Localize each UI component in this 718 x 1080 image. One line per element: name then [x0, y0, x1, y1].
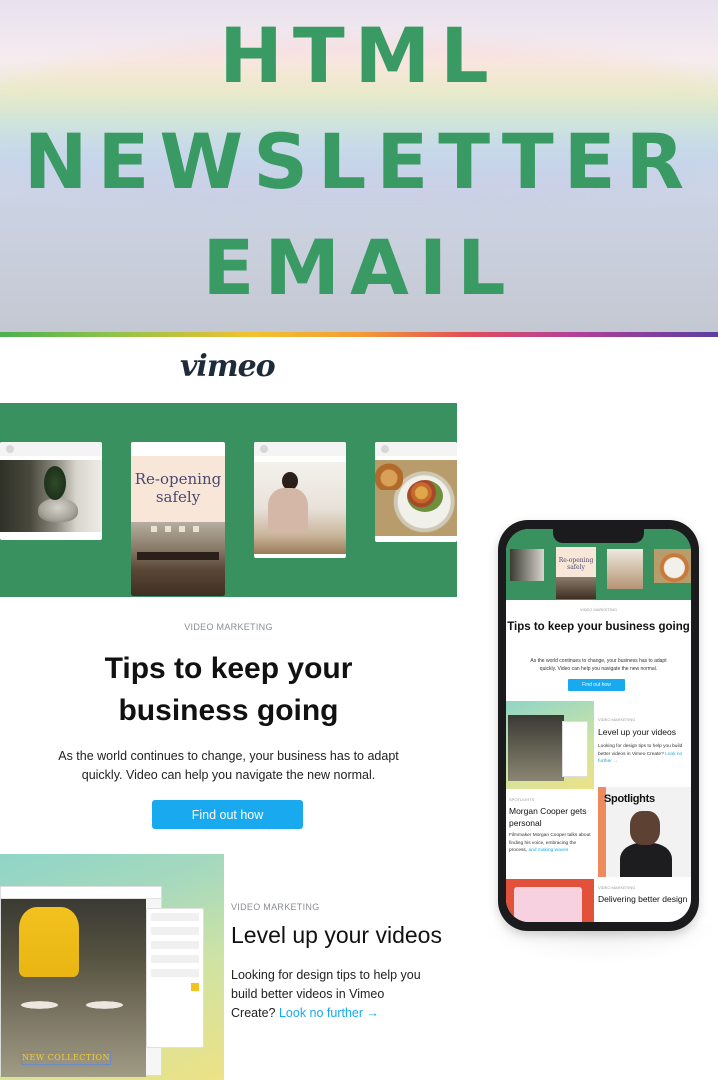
phone-headline: Tips to keep your business going [507, 621, 690, 633]
section1-eyebrow: VIDEO MARKETING [184, 622, 273, 632]
image-caption: NEW COLLECTION [21, 1051, 111, 1065]
reopening-text: Re-opening safely [134, 470, 222, 506]
avatar-dot [6, 445, 14, 453]
phone-section4-title: Delivering better design [598, 894, 688, 904]
phone-section3-body: Filmmaker Morgan Cooper talks about find… [509, 832, 595, 855]
section2-eyebrow: VIDEO MARKETING [231, 902, 320, 912]
phone-section3-eyebrow: SPOTLIGHTS [509, 797, 535, 802]
avatar-dot [260, 445, 268, 453]
body-line-1: As the world continues to change, your b… [58, 749, 399, 763]
color-swatch [191, 983, 199, 991]
phone-reopening-text: Re-opening safely [558, 557, 594, 571]
spotlights-wordmark: Spotlights [604, 793, 655, 805]
phone-section2-body: Looking for design tips to help you buil… [598, 743, 686, 766]
plant-photo [0, 460, 102, 532]
section2-body: Looking for design tips to help you buil… [231, 966, 431, 1023]
card-header [375, 442, 457, 456]
look-no-further-link[interactable]: Look no further → [279, 1006, 379, 1020]
phone-card-plant [510, 549, 544, 581]
banner-card-woman [254, 442, 346, 558]
phone-mockup: Re-opening safely VIDEO MARKETING Tips t… [498, 520, 699, 931]
body-line-2: quickly. Video can help you navigate the… [81, 768, 376, 782]
rainbow-divider [0, 332, 718, 337]
phone-section2-image [506, 701, 594, 789]
card-header [0, 442, 102, 456]
phone-section4-image [506, 879, 594, 922]
phone-card-food [654, 549, 691, 583]
phone-body: As the world continues to change, your b… [530, 658, 667, 672]
phone-find-out-how-button[interactable]: Find out how [568, 679, 625, 691]
phone-screen: Re-opening safely VIDEO MARKETING Tips t… [506, 529, 691, 922]
banner-card-food [375, 442, 457, 542]
food-photo [375, 460, 457, 536]
portrait-body [620, 843, 672, 877]
panel-row [151, 969, 199, 977]
phone-eyebrow: VIDEO MARKETING [579, 607, 618, 612]
banner-card-reopening: Re-opening safely [131, 442, 225, 596]
phone-spotlights-image: Spotlights [598, 787, 691, 877]
phone-section2-title: Level up your videos [598, 727, 676, 737]
panel-row [151, 941, 199, 949]
hero-title-line-1: HTML [219, 11, 499, 100]
vimeo-logo[interactable]: vimeo [180, 349, 280, 387]
banner-card-plant [0, 442, 102, 540]
portrait-face [630, 811, 660, 845]
phone-section3-title: Morgan Cooper gets personal [509, 806, 587, 828]
panel-row [151, 955, 199, 963]
headline-line-2: business going [118, 694, 339, 727]
cafe-photo [131, 522, 225, 596]
section2-title: Level up your videos [231, 922, 442, 948]
panel-row [151, 913, 199, 921]
editor-toolbar [1, 887, 161, 899]
phone-card-woman [607, 549, 643, 589]
find-out-how-button[interactable]: Find out how [152, 800, 303, 829]
avatar-dot [381, 445, 389, 453]
phone-card-reopening: Re-opening safely [556, 547, 596, 599]
card-header [254, 442, 346, 456]
hero-title-line-2: NEWSLETTER [23, 117, 695, 206]
panel-row [151, 927, 199, 935]
phone-notch [553, 529, 644, 543]
woman-photo [254, 462, 346, 554]
phone-section4-eyebrow: VIDEO MARKETING [598, 885, 636, 890]
section1-headline: Tips to keep your business going [0, 648, 457, 732]
editor-screenshot: NEW COLLECTION [0, 886, 162, 1077]
phone-making-waves-link[interactable]: and making waves [528, 848, 568, 853]
editor-side-panel [146, 908, 204, 1048]
section1-body: As the world continues to change, your b… [50, 747, 407, 785]
headline-line-1: Tips to keep your [104, 652, 353, 685]
phone-section2-eyebrow: VIDEO MARKETING [598, 717, 636, 722]
hero-banner: HTML NEWSLETTER EMAIL [0, 0, 718, 334]
section2-image: NEW COLLECTION [0, 854, 224, 1080]
hero-title-line-3: EMAIL [202, 223, 516, 312]
